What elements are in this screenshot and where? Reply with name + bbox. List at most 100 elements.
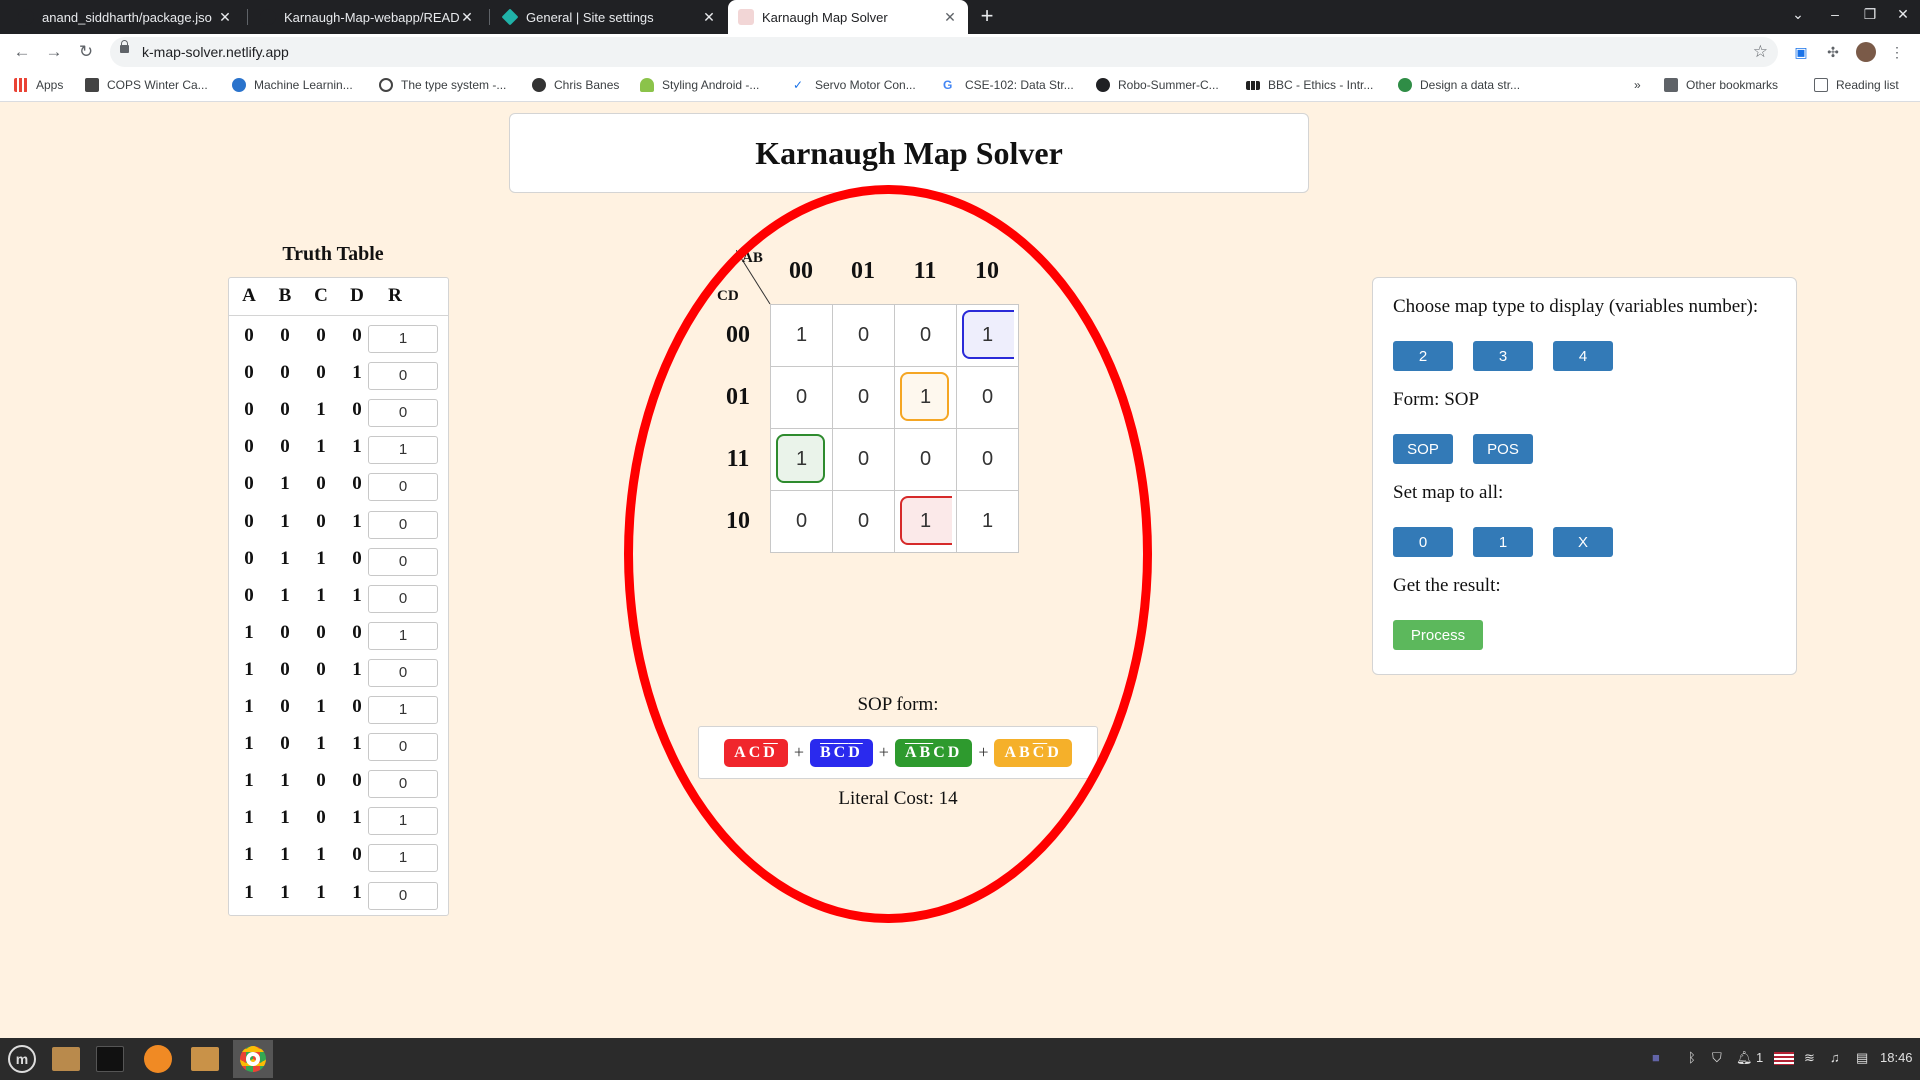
- result-input[interactable]: 1: [368, 696, 438, 724]
- extensions-puzzle-icon[interactable]: ✣: [1824, 43, 1842, 61]
- kmap-cell[interactable]: 0: [833, 491, 895, 553]
- other-bookmarks[interactable]: Other bookmarks: [1664, 78, 1778, 92]
- url-text[interactable]: k-map-solver.netlify.app: [142, 44, 289, 60]
- new-tab-button[interactable]: +: [975, 5, 999, 29]
- android-icon: [640, 78, 654, 92]
- kmap-cell[interactable]: 1: [957, 491, 1019, 553]
- us-flag-icon[interactable]: [1774, 1052, 1794, 1065]
- kmap-cell[interactable]: 1: [957, 305, 1019, 367]
- bookmark-item[interactable]: COPS Winter Ca...: [85, 78, 208, 92]
- result-input[interactable]: 0: [368, 881, 438, 910]
- kmap-cell[interactable]: 0: [771, 491, 833, 553]
- bluetooth-icon[interactable]: ᛒ: [1688, 1050, 1696, 1065]
- bookmark-item[interactable]: Design a data str...: [1398, 78, 1520, 92]
- kmap-cell[interactable]: 1: [771, 305, 833, 367]
- bookmark-item[interactable]: ✓ Servo Motor Con...: [793, 78, 916, 92]
- sop-button[interactable]: SOP: [1393, 434, 1453, 464]
- bookmark-star-icon[interactable]: ☆: [1753, 42, 1768, 62]
- process-button[interactable]: Process: [1393, 620, 1483, 650]
- chrome-icon[interactable]: [233, 1040, 273, 1078]
- notification-icon[interactable]: 🔔︎: [1736, 1050, 1753, 1066]
- kmap-cell[interactable]: 0: [957, 429, 1019, 491]
- tab-karnaugh-solver[interactable]: Karnaugh Map Solver ✕: [728, 0, 968, 34]
- clock[interactable]: 18:46: [1880, 1050, 1913, 1065]
- bookmark-apps[interactable]: Apps: [14, 78, 63, 92]
- bookmark-label: Apps: [36, 78, 64, 92]
- kmap-cell[interactable]: 0: [833, 367, 895, 429]
- close-icon[interactable]: ✕: [217, 9, 233, 26]
- bookmark-item[interactable]: G CSE-102: Data Str...: [943, 78, 1074, 92]
- result-input[interactable]: 0: [368, 547, 438, 576]
- close-icon[interactable]: ✕: [701, 9, 717, 26]
- result-input[interactable]: 0: [368, 510, 438, 539]
- tab-site-settings[interactable]: General | Site settings ✕: [492, 0, 727, 34]
- result-input[interactable]: 0: [368, 584, 438, 613]
- kmap-cell[interactable]: 0: [833, 429, 895, 491]
- set-all-x-button[interactable]: X: [1553, 527, 1613, 557]
- map-type-2-button[interactable]: 2: [1393, 341, 1453, 371]
- avatar[interactable]: [1856, 42, 1876, 62]
- tab-search-icon[interactable]: ⌄: [1788, 6, 1808, 23]
- bookmark-item[interactable]: Machine Learnin...: [232, 78, 353, 92]
- mint-menu-icon[interactable]: m: [4, 1042, 40, 1076]
- bookmark-item[interactable]: Robo-Summer-C...: [1096, 78, 1219, 92]
- result-input[interactable]: 0: [368, 770, 438, 799]
- result-input[interactable]: 1: [368, 325, 438, 353]
- kmap-cell[interactable]: 1: [771, 429, 833, 491]
- address-bar[interactable]: k-map-solver.netlify.app ☆: [110, 37, 1778, 67]
- firefox-icon[interactable]: [140, 1042, 176, 1076]
- bookmark-item[interactable]: Styling Android -...: [640, 78, 759, 92]
- kmap-cell[interactable]: 0: [771, 367, 833, 429]
- menu-dots-icon[interactable]: ⋮: [1888, 43, 1906, 61]
- kmap-cell[interactable]: 1: [895, 367, 957, 429]
- result-input[interactable]: 0: [368, 473, 438, 502]
- terminal-icon[interactable]: [92, 1042, 128, 1076]
- map-type-3-button[interactable]: 3: [1473, 341, 1533, 371]
- files-icon[interactable]: [187, 1042, 223, 1076]
- music-icon[interactable]: ♫: [1830, 1050, 1840, 1065]
- table-row: 10110: [229, 731, 448, 768]
- close-icon[interactable]: ✕: [459, 9, 475, 26]
- set-all-0-button[interactable]: 0: [1393, 527, 1453, 557]
- reload-icon[interactable]: ↻: [76, 42, 96, 62]
- geeks-logo-icon: [1398, 78, 1412, 92]
- kmap-cell[interactable]: 0: [833, 305, 895, 367]
- reading-list[interactable]: Reading list: [1814, 78, 1899, 92]
- avatar-icon: [532, 78, 546, 92]
- bookmark-item[interactable]: Chris Banes: [532, 78, 619, 92]
- wifi-icon[interactable]: ≋: [1804, 1050, 1815, 1066]
- clipboard-icon[interactable]: ▤: [1856, 1050, 1868, 1066]
- teams-icon[interactable]: ■: [1652, 1050, 1660, 1065]
- kmap-cell[interactable]: 0: [957, 367, 1019, 429]
- map-type-4-button[interactable]: 4: [1553, 341, 1613, 371]
- close-icon[interactable]: ✕: [942, 9, 958, 26]
- bookmark-item[interactable]: BBC - Ethics - Intr...: [1246, 78, 1373, 92]
- kmap-cell[interactable]: 0: [895, 429, 957, 491]
- minimize-icon[interactable]: –: [1825, 6, 1845, 22]
- literal-cost: Literal Cost: 14: [838, 788, 958, 809]
- result-input[interactable]: 1: [368, 621, 438, 650]
- table-cell-c: 1: [316, 399, 326, 421]
- result-input[interactable]: 0: [368, 362, 438, 391]
- forward-arrow-icon[interactable]: →: [44, 42, 64, 62]
- tab-package-json[interactable]: anand_siddharth/package.jso ✕: [8, 0, 243, 34]
- kmap-cell[interactable]: 0: [895, 305, 957, 367]
- back-arrow-icon[interactable]: ←: [12, 42, 32, 62]
- set-all-1-button[interactable]: 1: [1473, 527, 1533, 557]
- folder-icon[interactable]: [48, 1042, 84, 1076]
- screen-cast-icon[interactable]: ▣: [1792, 43, 1810, 61]
- result-input[interactable]: 0: [368, 658, 438, 687]
- result-input[interactable]: 1: [368, 436, 438, 465]
- result-input[interactable]: 1: [368, 807, 438, 836]
- close-window-icon[interactable]: ✕: [1893, 6, 1913, 23]
- bookmark-item[interactable]: The type system -...: [379, 78, 506, 92]
- result-input[interactable]: 0: [368, 733, 438, 762]
- result-input[interactable]: 1: [368, 844, 438, 873]
- kmap-cell[interactable]: 1: [895, 491, 957, 553]
- bookmarks-overflow-button[interactable]: »: [1634, 78, 1641, 92]
- maximize-icon[interactable]: ❐: [1860, 6, 1880, 23]
- shield-icon[interactable]: ⛉: [1712, 1050, 1722, 1066]
- tab-karnaugh-readme[interactable]: Karnaugh-Map-webapp/READ ✕: [250, 0, 485, 34]
- result-input[interactable]: 0: [368, 399, 438, 428]
- pos-button[interactable]: POS: [1473, 434, 1533, 464]
